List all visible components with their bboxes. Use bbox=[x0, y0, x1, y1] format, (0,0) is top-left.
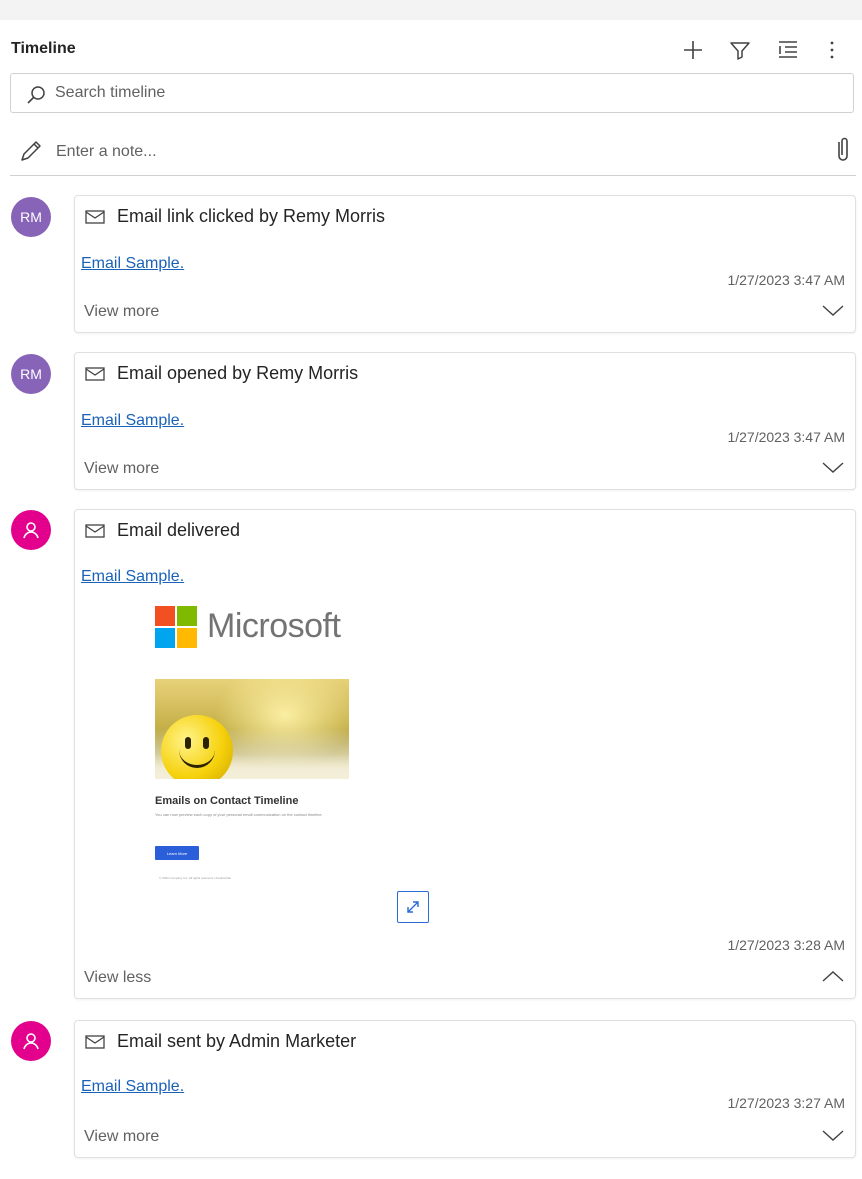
email-preview: Microsoft Emails on Contact Timeline You… bbox=[155, 606, 355, 891]
card-title: Email delivered bbox=[117, 520, 241, 540]
mail-icon bbox=[85, 523, 105, 538]
timeline-card[interactable]: Email link clicked by Remy Morris Email … bbox=[74, 195, 856, 333]
avatar-initials: RM bbox=[20, 209, 42, 225]
avatar: RM bbox=[11, 197, 51, 237]
timestamp: 1/27/2023 3:47 AM bbox=[727, 272, 845, 288]
preview-footer: © 2023 Company Inc. All rights reserved.… bbox=[159, 876, 232, 880]
microsoft-logo-icon bbox=[155, 606, 197, 648]
card-title: Email sent by Admin Marketer bbox=[117, 1031, 357, 1051]
email-link[interactable]: Email Sample. bbox=[81, 255, 184, 273]
preview-button: Learn More bbox=[155, 846, 199, 860]
card-title: Email opened by Remy Morris bbox=[117, 363, 359, 383]
preview-body: You can now preview each copy of your pe… bbox=[155, 812, 323, 817]
paperclip-icon[interactable] bbox=[832, 136, 854, 164]
timeline-card[interactable]: Email opened by Remy Morris Email Sample… bbox=[74, 352, 856, 490]
preview-heading: Emails on Contact Timeline bbox=[155, 795, 299, 807]
view-less-link[interactable]: View less bbox=[84, 969, 151, 987]
avatar: RM bbox=[11, 354, 51, 394]
note-input[interactable] bbox=[56, 139, 796, 165]
view-more-link[interactable]: View more bbox=[84, 460, 159, 478]
mail-icon bbox=[85, 209, 105, 224]
avatar bbox=[11, 1021, 51, 1061]
view-more-link[interactable]: View more bbox=[84, 303, 159, 321]
timestamp: 1/27/2023 3:28 AM bbox=[727, 937, 845, 953]
chevron-down-icon[interactable] bbox=[821, 302, 845, 318]
expand-icon bbox=[407, 901, 419, 913]
brand-name: Microsoft bbox=[207, 607, 341, 645]
view-more-link[interactable]: View more bbox=[84, 1128, 159, 1146]
add-icon[interactable] bbox=[680, 36, 706, 64]
email-link[interactable]: Email Sample. bbox=[81, 412, 184, 430]
card-title: Email link clicked by Remy Morris bbox=[117, 206, 386, 226]
mail-icon bbox=[85, 366, 105, 381]
pencil-icon bbox=[21, 141, 41, 161]
chevron-down-icon[interactable] bbox=[821, 1127, 845, 1143]
filter-icon[interactable] bbox=[727, 36, 753, 64]
smiley-icon bbox=[161, 715, 233, 779]
timeline-card[interactable]: Email delivered Email Sample. Microsoft … bbox=[74, 509, 856, 999]
more-options-icon[interactable] bbox=[819, 36, 845, 64]
page-title: Timeline bbox=[11, 40, 76, 57]
mail-icon bbox=[85, 1034, 105, 1049]
timeline-card[interactable]: Email sent by Admin Marketer Email Sampl… bbox=[74, 1020, 856, 1158]
chevron-down-icon[interactable] bbox=[821, 459, 845, 475]
search-icon bbox=[27, 86, 45, 104]
person-icon bbox=[23, 522, 39, 539]
list-view-icon[interactable] bbox=[775, 36, 801, 64]
avatar-initials: RM bbox=[20, 366, 42, 382]
person-icon bbox=[23, 1033, 39, 1050]
top-bar bbox=[0, 0, 862, 20]
timestamp: 1/27/2023 3:47 AM bbox=[727, 429, 845, 445]
search-input[interactable] bbox=[55, 80, 835, 106]
expand-preview-button[interactable] bbox=[397, 891, 429, 923]
divider bbox=[10, 175, 856, 176]
timestamp: 1/27/2023 3:27 AM bbox=[727, 1095, 845, 1111]
hero-image bbox=[155, 679, 349, 779]
search-box bbox=[10, 73, 854, 113]
avatar bbox=[11, 510, 51, 550]
chevron-up-icon[interactable] bbox=[821, 968, 845, 984]
email-link[interactable]: Email Sample. bbox=[81, 1078, 184, 1096]
email-link[interactable]: Email Sample. bbox=[81, 568, 184, 586]
